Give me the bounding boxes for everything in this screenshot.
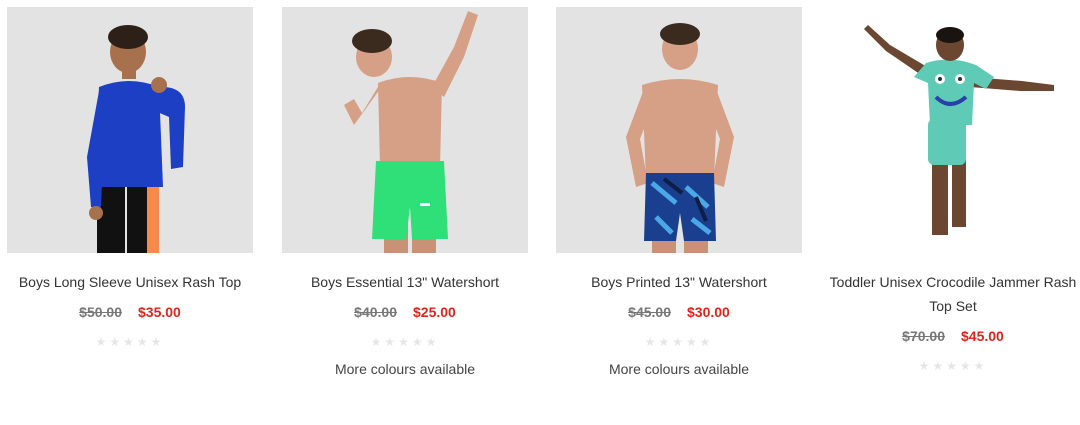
original-price: $70.00: [902, 328, 945, 344]
original-price: $45.00: [628, 304, 671, 320]
product-price: $45.00 $30.00: [556, 304, 802, 320]
more-colours-note[interactable]: More colours available: [282, 361, 528, 377]
sale-price: $30.00: [687, 304, 730, 320]
product-image[interactable]: [830, 7, 1076, 253]
product-image[interactable]: [556, 7, 802, 253]
star-icon: ★★★★★: [95, 335, 165, 349]
product-image[interactable]: [282, 7, 528, 253]
product-photo-green-watershort: [282, 7, 528, 253]
star-rating: ★★★★★: [7, 335, 253, 349]
product-card[interactable]: Boys Long Sleeve Unisex Rash Top $50.00 $…: [7, 0, 253, 425]
star-rating: ★★★★★: [830, 359, 1076, 373]
original-price: $40.00: [354, 304, 397, 320]
product-photo-rash-top: [7, 7, 253, 253]
product-card[interactable]: Toddler Unisex Crocodile Jammer Rash Top…: [830, 0, 1076, 425]
product-card[interactable]: Boys Essential 13" Watershort $40.00 $25.…: [282, 0, 528, 425]
product-price: $50.00 $35.00: [7, 304, 253, 320]
product-photo-crocodile-set: [830, 7, 1076, 253]
star-rating: ★★★★★: [282, 335, 528, 349]
product-photo-printed-watershort: [556, 7, 802, 253]
product-price: $70.00 $45.00: [830, 328, 1076, 344]
sale-price: $25.00: [413, 304, 456, 320]
star-icon: ★★★★★: [370, 335, 440, 349]
product-price: $40.00 $25.00: [282, 304, 528, 320]
star-rating: ★★★★★: [556, 335, 802, 349]
star-icon: ★★★★★: [918, 359, 988, 373]
product-image[interactable]: [7, 7, 253, 253]
product-title[interactable]: Boys Long Sleeve Unisex Rash Top: [0, 270, 263, 294]
original-price: $50.00: [79, 304, 122, 320]
product-title[interactable]: Boys Essential 13" Watershort: [272, 270, 538, 294]
product-card[interactable]: Boys Printed 13" Watershort $45.00 $30.00…: [556, 0, 802, 425]
star-icon: ★★★★★: [644, 335, 714, 349]
product-title[interactable]: Boys Printed 13" Watershort: [546, 270, 812, 294]
product-grid: Boys Long Sleeve Unisex Rash Top $50.00 $…: [0, 0, 1080, 425]
more-colours-note[interactable]: More colours available: [556, 361, 802, 377]
sale-price: $35.00: [138, 304, 181, 320]
sale-price: $45.00: [961, 328, 1004, 344]
product-title[interactable]: Toddler Unisex Crocodile Jammer Rash Top…: [820, 270, 1080, 318]
